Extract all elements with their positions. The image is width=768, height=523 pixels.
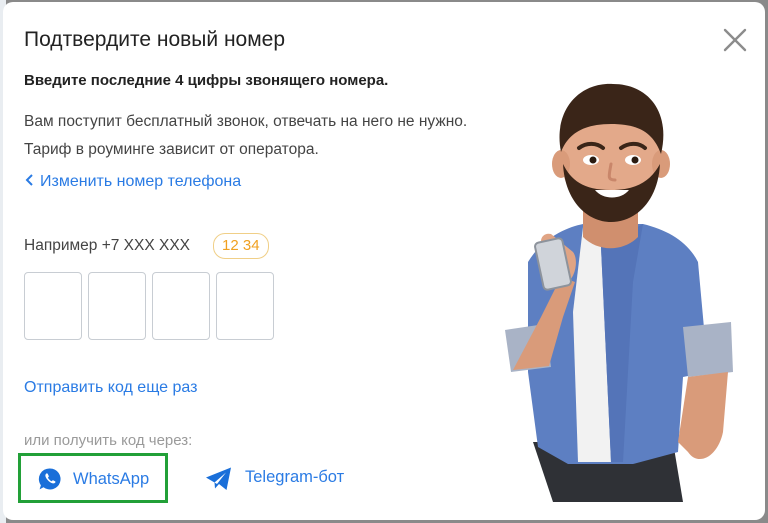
- change-number-link[interactable]: Изменить номер телефона: [25, 173, 241, 191]
- chevron-left-icon: [25, 174, 33, 186]
- example-digits-badge: 12 34: [213, 233, 269, 259]
- code-digit-1[interactable]: [24, 272, 82, 340]
- example-number: Например +7 XXX XXX: [24, 237, 191, 254]
- telegram-label: Telegram-бот: [245, 468, 345, 486]
- man-with-phone-illustration: [505, 83, 733, 502]
- whatsapp-button[interactable]: WhatsApp: [18, 453, 168, 503]
- whatsapp-icon: [38, 468, 61, 490]
- alternative-methods-label: или получить код через:: [24, 432, 193, 449]
- code-digit-4[interactable]: [216, 272, 274, 340]
- dialog-title: Подтвердите новый номер: [24, 28, 286, 51]
- code-digit-3[interactable]: [152, 272, 210, 340]
- call-description: Вам поступит бесплатный звонок, отвечать…: [24, 113, 468, 158]
- code-digit-2[interactable]: [88, 272, 146, 340]
- close-icon[interactable]: [721, 26, 749, 54]
- telegram-icon: [206, 467, 231, 490]
- change-number-label: Изменить номер телефона: [40, 173, 242, 190]
- whatsapp-label: WhatsApp: [73, 470, 150, 488]
- telegram-bot-button[interactable]: Telegram-бот: [203, 462, 368, 496]
- resend-code-link[interactable]: Отправить код еще раз: [24, 379, 197, 397]
- dialog-subtitle: Введите последние 4 цифры звонящего номе…: [24, 72, 389, 89]
- confirm-number-dialog: Подтвердите новый номер Введите последни…: [3, 2, 765, 520]
